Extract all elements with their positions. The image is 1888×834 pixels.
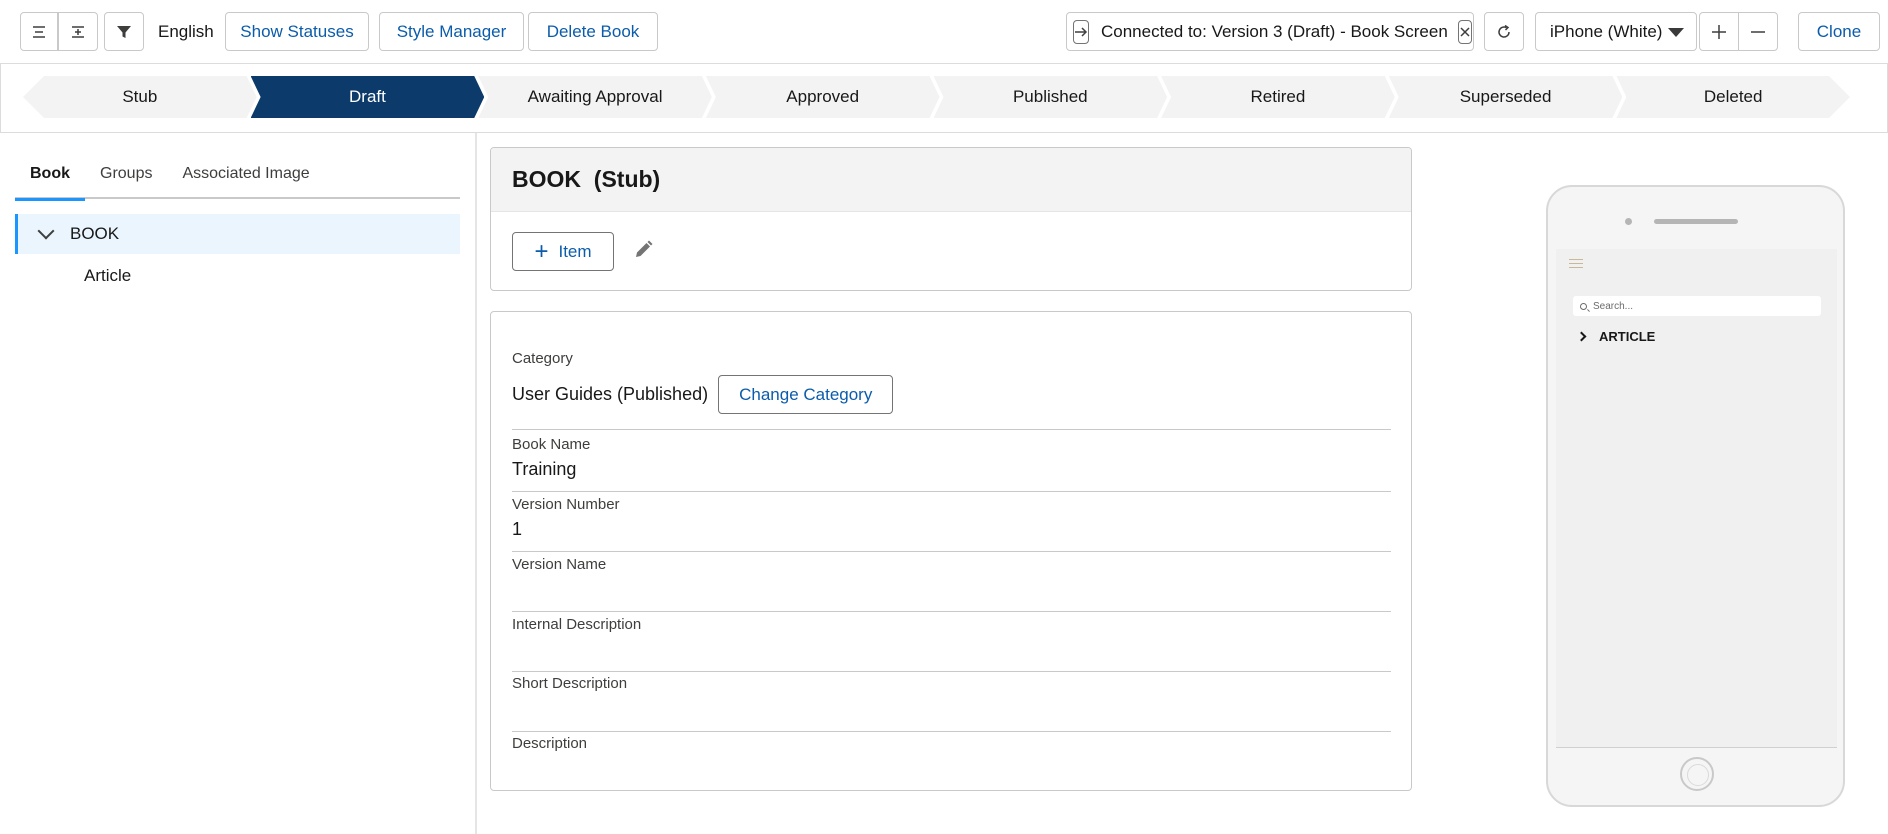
version-number-value: 1	[512, 519, 523, 539]
filter-icon	[117, 25, 131, 38]
collapse-all-icon	[33, 25, 45, 38]
search-icon	[1580, 302, 1587, 310]
tree-item-article[interactable]: Article	[84, 266, 131, 286]
zoom-in-button[interactable]	[1699, 12, 1739, 51]
phone-article-item[interactable]: ARTICLE	[1576, 329, 1656, 344]
phone-speaker	[1654, 219, 1738, 224]
book-card-header: BOOK (Stub)	[491, 148, 1411, 212]
style-manager-button[interactable]: Style Manager	[379, 12, 524, 51]
phone-preview: Search... ARTICLE	[1546, 185, 1845, 807]
status-path-container: Stub Draft Awaiting Approval Approved Pu…	[0, 63, 1888, 133]
version-number-field[interactable]: Version Number 1	[512, 496, 1391, 552]
close-icon[interactable]	[1457, 19, 1472, 44]
add-item-button[interactable]: + Item	[512, 232, 614, 271]
phone-camera	[1625, 218, 1632, 225]
path-step-superseded[interactable]: Superseded	[1389, 76, 1623, 118]
hamburger-menu-icon[interactable]	[1569, 259, 1583, 269]
chevron-down-icon	[1668, 28, 1684, 37]
chevron-right-icon	[1576, 331, 1587, 342]
path-step-retired[interactable]: Retired	[1161, 76, 1395, 118]
refresh-button[interactable]	[1484, 12, 1524, 51]
plus-icon	[1712, 24, 1726, 39]
left-tabs: Book Groups Associated Image	[15, 163, 460, 201]
path-step-draft[interactable]: Draft	[251, 76, 485, 118]
edit-pencil-icon[interactable]	[631, 238, 655, 262]
phone-article-label: ARTICLE	[1599, 329, 1656, 344]
phone-divider	[1556, 747, 1837, 748]
connection-indicator: Connected to: Version 3 (Draft) - Book S…	[1066, 12, 1474, 51]
tab-associated-image[interactable]: Associated Image	[167, 163, 324, 199]
version-name-label: Version Name	[512, 556, 607, 573]
path-step-approved[interactable]: Approved	[706, 76, 940, 118]
tab-groups[interactable]: Groups	[85, 163, 167, 199]
book-details-card: Category User Guides (Published) Change …	[490, 311, 1412, 791]
add-item-label: Item	[558, 241, 592, 261]
path-step-published[interactable]: Published	[934, 76, 1168, 118]
internal-description-field[interactable]: Internal Description	[512, 616, 1391, 672]
short-description-field[interactable]: Short Description	[512, 675, 1391, 732]
left-panel: Book Groups Associated Image BOOK Articl…	[0, 133, 477, 834]
plus-icon: +	[534, 237, 549, 265]
description-field[interactable]: Description	[512, 735, 1391, 785]
minus-icon	[1751, 30, 1765, 33]
book-card: BOOK (Stub) + Item	[490, 147, 1412, 291]
path-step-deleted[interactable]: Deleted	[1616, 76, 1850, 118]
filter-button[interactable]	[104, 12, 144, 51]
phone-search-placeholder: Search...	[1593, 300, 1634, 312]
connection-text: Connected to: Version 3 (Draft) - Book S…	[1101, 21, 1448, 41]
book-name-value: Training	[512, 459, 577, 479]
book-name-field[interactable]: Book Name Training	[512, 436, 1391, 492]
path-step-stub[interactable]: Stub	[23, 76, 257, 118]
internal-description-label: Internal Description	[512, 616, 642, 633]
path-step-awaiting-approval[interactable]: Awaiting Approval	[478, 76, 712, 118]
version-number-label: Version Number	[512, 496, 620, 513]
phone-search-input[interactable]: Search...	[1573, 296, 1821, 316]
tab-book[interactable]: Book	[15, 163, 85, 201]
refresh-icon	[1498, 24, 1510, 38]
category-value: User Guides (Published)	[512, 384, 709, 404]
category-field: Category User Guides (Published) Change …	[512, 350, 1391, 430]
expand-all-icon	[72, 25, 84, 38]
device-select[interactable]: iPhone (White)	[1535, 12, 1697, 51]
status-path: Stub Draft Awaiting Approval Approved Pu…	[23, 76, 1850, 118]
show-statuses-button[interactable]: Show Statuses	[225, 12, 369, 51]
expand-all-button[interactable]	[58, 12, 98, 51]
chevron-down-icon[interactable]	[37, 222, 55, 240]
phone-home-button	[1680, 757, 1714, 791]
collapse-all-button[interactable]	[20, 12, 58, 51]
category-label: Category	[512, 350, 573, 367]
link-arrow-icon[interactable]	[1073, 19, 1089, 44]
short-description-label: Short Description	[512, 675, 628, 692]
book-name-label: Book Name	[512, 436, 591, 453]
description-label: Description	[512, 735, 588, 752]
version-name-field[interactable]: Version Name	[512, 556, 1391, 612]
tree-item-book[interactable]: BOOK	[15, 214, 460, 254]
top-toolbar: English Show Statuses Style Manager Dele…	[0, 0, 1888, 63]
zoom-out-button[interactable]	[1738, 12, 1778, 51]
book-card-title: BOOK (Stub)	[512, 166, 661, 192]
tree-item-label: BOOK	[70, 224, 120, 243]
delete-book-button[interactable]: Delete Book	[528, 12, 658, 51]
phone-screen: Search... ARTICLE	[1556, 249, 1837, 748]
device-select-value: iPhone (White)	[1550, 21, 1663, 41]
change-category-button[interactable]: Change Category	[718, 375, 894, 414]
language-label: English	[158, 22, 214, 41]
clone-button[interactable]: Clone	[1798, 12, 1880, 51]
